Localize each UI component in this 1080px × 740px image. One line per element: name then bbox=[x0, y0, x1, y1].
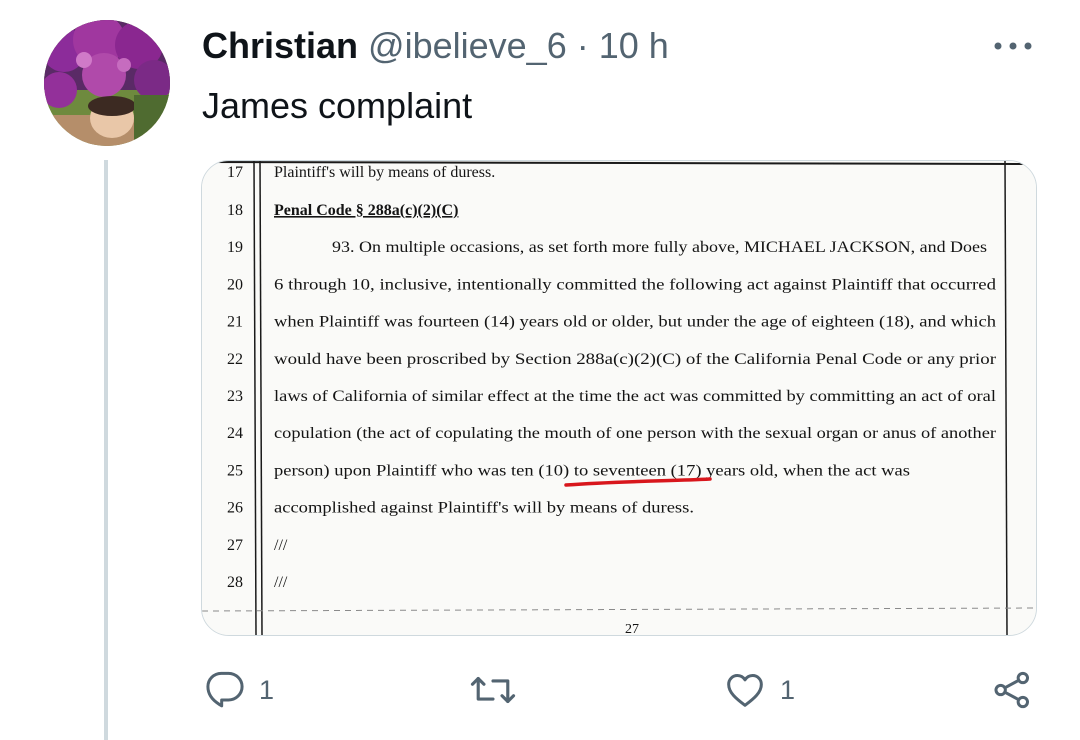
document-line-text: 93. On multiple occasions, as set forth … bbox=[332, 239, 987, 256]
document-line-text: person) upon Plaintiff who was ten (10) … bbox=[274, 462, 910, 479]
document-line-number: 23 bbox=[227, 388, 243, 405]
reply-icon bbox=[206, 671, 244, 708]
document-line-text: copulation (the act of copulating the mo… bbox=[274, 425, 997, 442]
like-button[interactable]: 1 bbox=[724, 670, 795, 710]
separator-dot: · bbox=[576, 25, 589, 66]
heart-icon bbox=[727, 674, 763, 707]
more-options-button[interactable] bbox=[990, 30, 1036, 62]
tweet-action-bar: 1 1 bbox=[0, 670, 1080, 720]
document-line-number: 26 bbox=[227, 500, 243, 517]
tweet-media-image[interactable]: 17 Plaintiff's will by means of duress. 18… bbox=[201, 160, 1037, 636]
document-line-number: 17 bbox=[227, 164, 243, 181]
document-line-text: 6 through 10, inclusive, intentionally c… bbox=[274, 276, 996, 293]
document-line-text: /// bbox=[274, 574, 288, 591]
document-line-text: /// bbox=[274, 537, 288, 554]
more-icon bbox=[994, 42, 1032, 50]
reply-count: 1 bbox=[259, 674, 275, 705]
retweet-button[interactable] bbox=[470, 670, 530, 710]
document-line-text: would have been proscribed by Section 28… bbox=[274, 351, 997, 368]
retweet-icon bbox=[470, 676, 516, 704]
document-line-number: 28 bbox=[227, 574, 243, 591]
document-line-text: laws of California of similar effect at … bbox=[274, 388, 997, 405]
document-page-number: 27 bbox=[625, 622, 639, 635]
document-line-number: 25 bbox=[227, 462, 243, 479]
tweet-text: James complaint bbox=[202, 85, 473, 126]
document-line-text: Penal Code § 288a(c)(2)(C) bbox=[274, 202, 458, 219]
author-name[interactable]: Christian bbox=[202, 25, 358, 66]
tweet-timestamp[interactable]: 10 h bbox=[599, 25, 669, 66]
document-line-number: 27 bbox=[227, 537, 243, 554]
document-line-text: Plaintiff's will by means of duress. bbox=[274, 164, 495, 181]
document-page: 17 Plaintiff's will by means of duress. 18… bbox=[202, 161, 1036, 635]
thread-connector-line bbox=[104, 160, 108, 740]
avatar-image bbox=[44, 20, 170, 146]
share-icon bbox=[994, 671, 1029, 709]
document-line-text: accomplished against Plaintiff's will by… bbox=[274, 500, 694, 517]
document-line-number: 24 bbox=[227, 425, 243, 442]
document-line-number: 21 bbox=[227, 314, 243, 331]
document-line-number: 19 bbox=[227, 239, 243, 256]
document-line-number: 20 bbox=[227, 276, 243, 293]
avatar[interactable] bbox=[44, 20, 170, 146]
document-line-number: 22 bbox=[227, 351, 243, 368]
document-line-number: 18 bbox=[227, 202, 243, 219]
document-line-text: when Plaintiff was fourteen (14) years o… bbox=[274, 314, 996, 331]
author-handle[interactable]: @ibelieve_6 bbox=[368, 25, 567, 66]
reply-button[interactable]: 1 bbox=[205, 670, 274, 710]
like-count: 1 bbox=[780, 674, 796, 705]
share-button[interactable] bbox=[992, 670, 1032, 710]
tweet-header: Christian @ibelieve_6 · 10 h bbox=[202, 24, 669, 68]
